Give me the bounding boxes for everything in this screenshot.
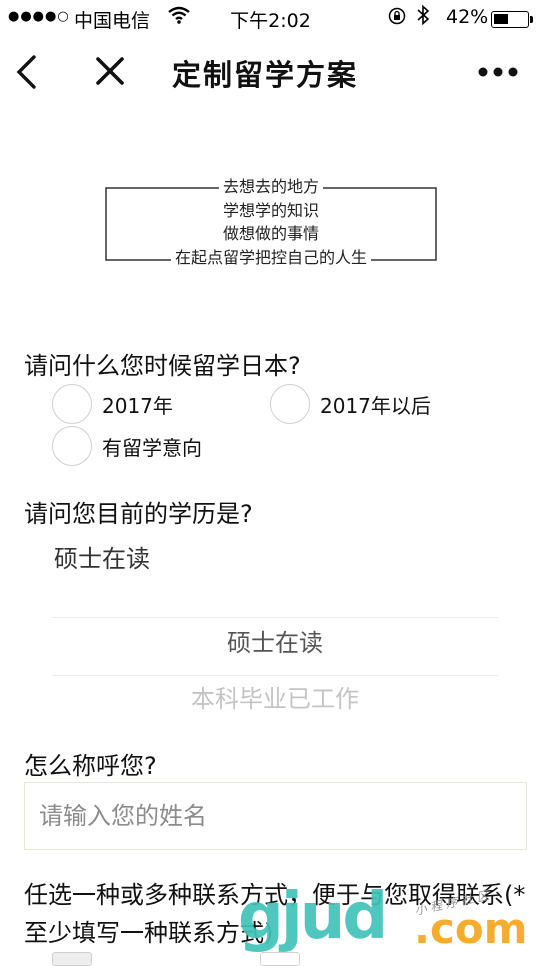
contact-instruction: 任选一种或多种联系方式，便于与您取得联系(*至少填写一种联系方式)	[24, 881, 526, 947]
radio-label: 2017年	[102, 394, 173, 418]
rotation-lock-icon	[388, 7, 406, 30]
question-name: 怎么称呼您?	[24, 752, 157, 780]
back-icon[interactable]	[14, 54, 38, 90]
contact-checkbox[interactable]	[260, 952, 300, 966]
question-study-time: 请问什么您时候留学日本?	[24, 352, 301, 380]
radio-label: 2017年以后	[320, 394, 431, 418]
battery-icon	[491, 11, 533, 28]
slogan-line: 学想学的知识	[105, 200, 437, 222]
slogan-line: 在起点留学把控自己的人生	[105, 247, 437, 269]
radio-option-2017[interactable]: 2017年	[52, 384, 252, 424]
bluetooth-icon	[416, 4, 430, 31]
radio-circle[interactable]	[270, 384, 310, 424]
radio-option-after-2017[interactable]: 2017年以后	[270, 384, 470, 424]
battery-percent: 42%	[446, 6, 489, 28]
more-icon[interactable]	[478, 66, 518, 78]
radio-option-intent[interactable]: 有留学意向	[52, 426, 252, 466]
picker-item[interactable]: 本科毕业已工作	[52, 679, 498, 714]
nav-bar: 定制留学方案	[0, 36, 541, 108]
education-selected-value[interactable]: 硕士在读	[54, 539, 150, 574]
radio-label: 有留学意向	[102, 436, 202, 460]
page-title: 定制留学方案	[172, 58, 359, 92]
close-icon[interactable]	[94, 55, 126, 87]
education-picker[interactable]: 硕士在读 本科毕业已工作	[52, 617, 498, 713]
radio-circle[interactable]	[52, 384, 92, 424]
picker-divider	[52, 617, 498, 618]
radio-circle[interactable]	[52, 426, 92, 466]
picker-divider	[52, 675, 498, 676]
slogan-banner: 去想去的地方 学想学的知识 做想做的事情 在起点留学把控自己的人生	[105, 172, 437, 267]
status-bar: ●●●●○ 中国电信 下午2:02 42%	[0, 0, 541, 36]
picker-item-selected[interactable]: 硕士在读	[52, 623, 498, 658]
slogan-line: 做想做的事情	[105, 223, 437, 245]
slogan-line: 去想去的地方	[105, 176, 437, 198]
question-education: 请问您目前的学历是?	[24, 500, 253, 528]
name-input[interactable]	[24, 782, 527, 850]
contact-checkbox[interactable]	[52, 952, 92, 966]
